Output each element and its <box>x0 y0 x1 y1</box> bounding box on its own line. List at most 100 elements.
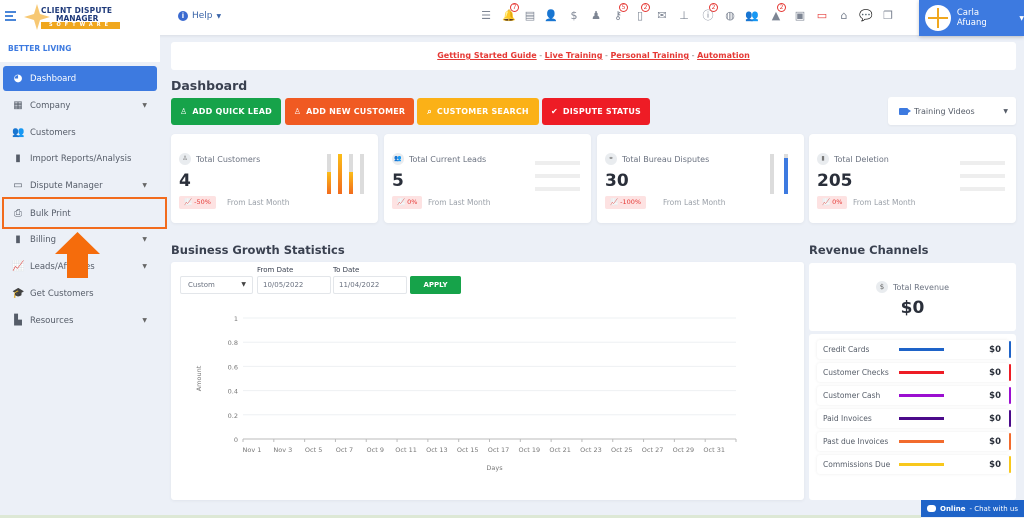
customer-search-button[interactable]: ⌕ CUSTOMER SEARCH <box>417 98 539 125</box>
channel-edge-marker <box>1009 456 1011 473</box>
tray-icon[interactable]: ⌂ <box>837 9 851 23</box>
add-new-customer-button[interactable]: ♙ ADD NEW CUSTOMER <box>285 98 414 125</box>
stat-card-total-customers: ♙ Total Customers 4 📈 -50% From Last Mont… <box>171 134 378 223</box>
customers-icon: 👥 <box>12 126 25 138</box>
chat-widget[interactable]: Online - Chat with us <box>921 500 1024 517</box>
billing-icon: ▮ <box>15 233 21 245</box>
live-training-link[interactable]: Live Training <box>545 51 603 60</box>
channel-edge-marker <box>1009 341 1011 358</box>
training-videos-dropdown[interactable]: Training Videos ▼ <box>888 97 1016 125</box>
total-revenue-value: $0 <box>900 298 925 318</box>
stat-value: 30 <box>605 171 629 191</box>
mini-bar <box>338 154 342 194</box>
channel-edge-marker <box>1009 387 1011 404</box>
chevron-down-icon: ▼ <box>142 182 147 189</box>
channel-label: Paid Invoices <box>823 414 872 423</box>
add-quick-lead-button[interactable]: ♙ ADD QUICK LEAD <box>171 98 281 125</box>
x-tick-label: Oct 11 <box>395 446 417 454</box>
notification-badge: 7 <box>510 3 519 12</box>
channel-label: Credit Cards <box>823 345 870 354</box>
mini-bar <box>784 154 788 194</box>
separator: - <box>536 51 545 60</box>
app-logo[interactable]: CLIENT DISPUTE MANAGER SOFTWARE <box>24 4 120 30</box>
bell-icon[interactable]: 🔔 7 <box>502 3 519 23</box>
chat-text: - Chat with us <box>969 504 1018 513</box>
button-label: ADD NEW CUSTOMER <box>306 107 406 116</box>
sidebar-item-label: Company <box>30 100 71 111</box>
from-date-label: From Date <box>257 266 294 274</box>
sitemap-icon[interactable]: ⊥ <box>677 9 691 23</box>
channel-color-bar <box>899 394 944 397</box>
sidebar-item-customers[interactable]: 👥 Customers <box>3 120 157 145</box>
help-menu[interactable]: i Help ▼ <box>178 11 221 21</box>
sidebar-item-resources[interactable]: ▙ Resources ▼ <box>3 308 157 333</box>
from-date-input[interactable]: 10/05/2022 <box>257 276 331 294</box>
tasks-icon[interactable]: ☰ <box>479 9 493 23</box>
x-tick-label: Oct 15 <box>457 446 479 454</box>
stat-change-badge: 📈 0% <box>392 196 423 209</box>
x-tick-label: Nov 3 <box>273 446 292 454</box>
money-bill-icon[interactable]: ▭ <box>815 9 829 23</box>
page-title: Dashboard <box>171 78 248 93</box>
button-label: DISPUTE STATUS <box>562 107 642 116</box>
stat-value: 5 <box>392 171 404 191</box>
getting-started-link[interactable]: Getting Started Guide <box>437 51 536 60</box>
apply-button[interactable]: APPLY <box>410 276 461 294</box>
button-label: CUSTOMER SEARCH <box>436 107 529 116</box>
comments-icon[interactable]: 💬 <box>859 9 873 23</box>
graduation-cap-icon: 🎓 <box>12 287 25 299</box>
revenue-channel-row: Commissions Due $0 <box>817 455 1011 474</box>
x-tick-label: Oct 13 <box>426 446 448 454</box>
total-revenue-card: $ Total Revenue $0 <box>809 263 1016 331</box>
dispute-status-button[interactable]: ✔ DISPUTE STATUS <box>542 98 650 125</box>
sidebar-item-get-customers[interactable]: 🎓 Get Customers <box>3 281 157 306</box>
revenue-channel-row: Paid Invoices $0 <box>817 409 1011 428</box>
info-icon[interactable]: ⓘ 2 <box>701 3 718 23</box>
mini-bar <box>349 154 353 194</box>
range-select[interactable]: Custom ▼ <box>180 276 253 294</box>
chevron-down-icon: ▼ <box>241 281 246 288</box>
search-icon: ⌕ <box>427 106 432 116</box>
sidebar-item-label: Billing <box>30 234 57 245</box>
channel-edge-marker <box>1009 410 1011 427</box>
sidebar-item-dashboard[interactable]: ◕ Dashboard <box>3 66 157 91</box>
revenue-channel-row: Past due Invoices $0 <box>817 432 1011 451</box>
sidebar-item-import-reports-analysis[interactable]: ▮ Import Reports/Analysis <box>3 146 157 171</box>
automation-link[interactable]: Automation <box>697 51 750 60</box>
chevron-down-icon: ▼ <box>142 317 147 324</box>
user-tie-icon[interactable]: ♟ <box>589 9 603 23</box>
channel-label: Commissions Due <box>823 460 891 469</box>
envelope-icon[interactable]: ✉ <box>655 9 669 23</box>
x-tick-label: Oct 19 <box>519 446 541 454</box>
total-revenue-label: Total Revenue <box>892 282 950 292</box>
channel-color-bar <box>899 371 944 374</box>
x-tick-label: Oct 29 <box>673 446 695 454</box>
separator: - <box>689 51 698 60</box>
sidebar-item-label: Get Customers <box>30 288 94 299</box>
channel-color-bar <box>899 417 944 420</box>
user-menu[interactable]: Carla Afuang ▼ <box>919 0 1024 36</box>
inbox-icon[interactable]: ▣ <box>793 9 807 23</box>
notification-badge: 5 <box>619 3 628 12</box>
globe-icon[interactable]: ◍ <box>723 9 737 23</box>
chart-icon: 📈 <box>12 260 25 272</box>
copy-icon[interactable]: ❐ <box>881 9 895 23</box>
menu-toggle-icon[interactable] <box>5 11 16 21</box>
sidebar-item-company[interactable]: ▦ Company ▼ <box>3 93 157 118</box>
invoice-icon[interactable]: ▤ <box>523 9 537 23</box>
channel-label: Customer Checks <box>823 368 889 377</box>
document-icon[interactable]: ▯ 2 <box>633 3 650 23</box>
x-tick-label: Oct 31 <box>703 446 725 454</box>
key-icon[interactable]: ⚷ 5 <box>611 3 628 23</box>
personal-training-link[interactable]: Personal Training <box>610 51 689 60</box>
stat-from-label: From Last Month <box>428 198 491 207</box>
channel-color-bar <box>899 463 944 466</box>
placeholder-line <box>960 174 1005 178</box>
warning-icon[interactable]: ▲ 2 <box>769 3 786 23</box>
growth-chart: 0 0.2 0.4 0.6 0.8 1 Nov 1 Nov 3 Oct 5 Oct 7 Oct 9 O… <box>195 315 737 472</box>
to-date-input[interactable]: 11/04/2022 <box>333 276 407 294</box>
users-icon[interactable]: 👥 <box>745 9 759 23</box>
agent-icon[interactable]: 👤 <box>544 9 558 23</box>
dollar-icon[interactable]: $ <box>567 9 581 23</box>
sidebar-item-dispute-manager[interactable]: ▭ Dispute Manager ▼ <box>3 173 157 198</box>
